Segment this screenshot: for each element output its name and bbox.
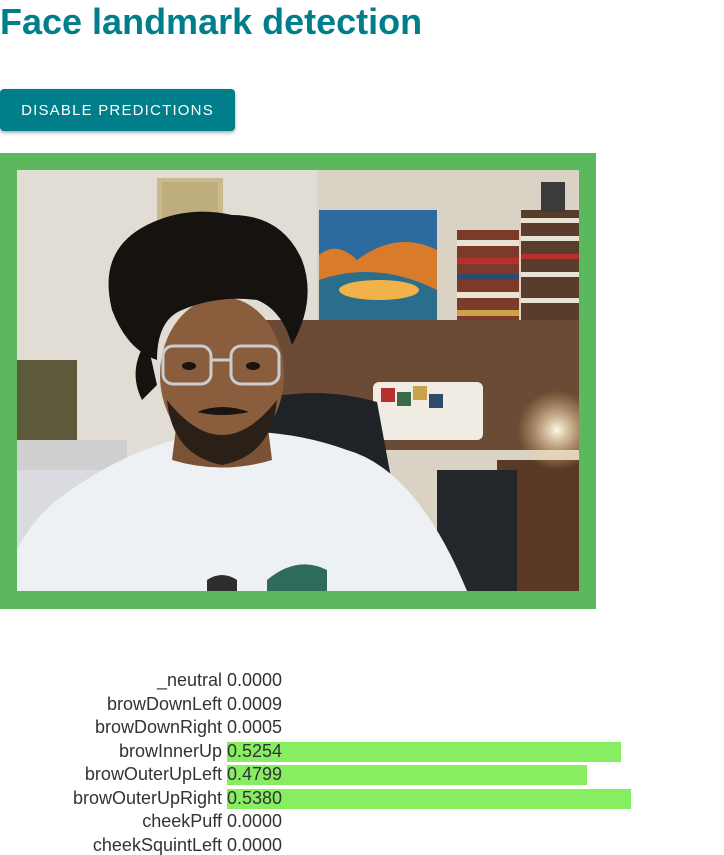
blendshape-score-bar <box>227 788 631 809</box>
blendshapes-list: _neutral 0.0000 browDownLeft 0.0009 browDown… <box>0 669 724 855</box>
blendshape-row: browDownLeft 0.0009 <box>0 693 724 717</box>
webcam-image <box>17 170 579 591</box>
blendshape-score: 0.5380 <box>227 787 283 808</box>
webcam-video <box>17 170 579 591</box>
blendshape-row: browDownRight 0.0005 <box>0 716 724 740</box>
disable-predictions-button[interactable]: DISABLE PREDICTIONS <box>0 89 235 131</box>
blendshape-name: browDownLeft <box>106 693 222 714</box>
blendshape-name: browInnerUp <box>118 740 222 761</box>
blendshape-name: cheekPuff <box>142 811 222 832</box>
blendshape-score: 0.5254 <box>227 740 283 761</box>
blendshape-name: browOuterUpLeft <box>84 764 222 785</box>
blendshape-row: _neutral 0.0000 <box>0 669 724 693</box>
blendshape-name: browDownRight <box>94 717 222 738</box>
blendshape-row: cheekPuff 0.0000 <box>0 810 724 834</box>
blendshape-score: 0.0005 <box>227 717 283 737</box>
blendshape-score: 0.0009 <box>227 693 283 714</box>
blendshape-row: browOuterUpLeft 0.4799 <box>0 763 724 787</box>
blendshape-name: browOuterUpRight <box>72 787 222 808</box>
page-title: Face landmark detection <box>0 1 423 42</box>
webcam-frame <box>0 153 596 609</box>
blendshape-name: _neutral <box>156 670 222 691</box>
blendshape-score: 0.0000 <box>227 670 283 690</box>
blendshape-row: cheekSquintLeft 0.0000 <box>0 834 724 855</box>
blendshape-name: cheekSquintLeft <box>92 834 222 855</box>
blendshape-score: 0.0000 <box>227 834 283 855</box>
blendshape-row: browOuterUpRight 0.5380 <box>0 787 724 811</box>
blendshape-score: 0.0000 <box>227 811 283 831</box>
blendshape-score: 0.4799 <box>227 764 283 784</box>
blendshape-row: browInnerUp 0.5254 <box>0 740 724 764</box>
blendshape-score-bar <box>227 741 621 762</box>
